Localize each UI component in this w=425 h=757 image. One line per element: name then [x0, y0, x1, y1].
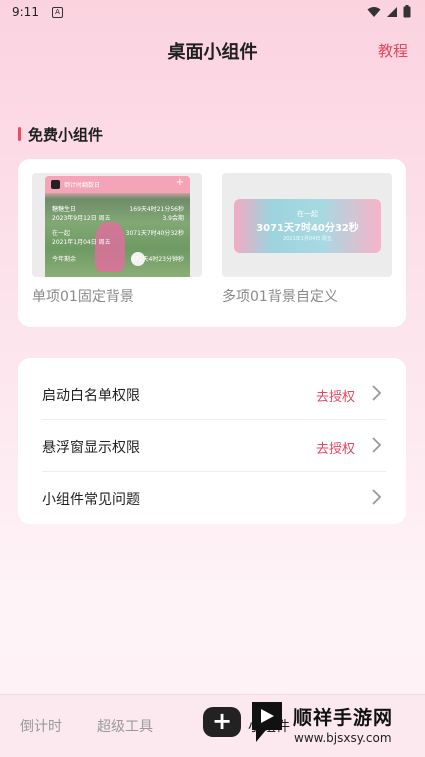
chevron-right-icon — [372, 385, 382, 401]
preview-row: 糖糖生日 169天4时21分56秒 — [52, 204, 184, 213]
section-accent-bar — [18, 127, 21, 141]
preview-row-label: 今年剩余 — [52, 256, 77, 263]
widget-preview-image: 倒计时翻数日 + 糖糖生日 169天4时21分56秒 2023年9月12日 周五… — [45, 176, 190, 277]
preview-header-text: 倒计时翻数日 — [64, 182, 101, 189]
battery-icon — [403, 5, 411, 18]
chevron-right-icon — [372, 489, 382, 505]
preview-row-value: 3071天7时40分32秒 — [125, 230, 184, 237]
preview-row-sub: 2021年1月04日 周五 — [52, 237, 184, 246]
app-logo-icon — [51, 180, 60, 189]
watermark-url: www.bjsxsy.com — [294, 731, 392, 745]
app-header: 桌面小组件 教程 — [0, 34, 425, 64]
permission-label: 启动白名单权限 — [42, 388, 140, 404]
preview-row-label: 在一起 — [52, 230, 71, 237]
widget-multi-custom[interactable]: 在一起 3071天7时40分32秒 2021年1月04日 周五 多项01背景自定… — [222, 173, 392, 306]
watermark-title: 顺祥手游网 — [293, 707, 394, 729]
add-button[interactable]: + — [203, 707, 241, 737]
permission-label: 悬浮窗显示权限 — [42, 440, 140, 456]
tab-countdown[interactable]: 倒计时 — [20, 716, 62, 736]
preview-plus-icon: + — [175, 177, 184, 188]
preview-row-sub: 2023年9月12日 周五 3.9会期 — [52, 213, 184, 222]
preview-row-date: 2023年9月12日 周五 — [52, 215, 111, 222]
preview-row: 今年剩余 171天4时23分钟秒 — [52, 254, 184, 263]
watermark: 顺祥手游网 www.bjsxsy.com — [240, 694, 425, 756]
free-widgets-card: 倒计时翻数日 + 糖糖生日 169天4时21分56秒 2023年9月12日 周五… — [18, 159, 406, 327]
preview-row-value: 171天4时23分钟秒 — [131, 256, 184, 263]
preview-row-label: 糖糖生日 — [52, 206, 77, 213]
section-title-text: 免费小组件 — [28, 125, 104, 144]
permission-label: 小组件常见问题 — [42, 492, 140, 508]
permissions-card: 启动白名单权限 去授权 悬浮窗显示权限 去授权 小组件常见问题 — [18, 358, 406, 524]
permission-row-floating-window[interactable]: 悬浮窗显示权限 去授权 — [42, 420, 386, 472]
authorize-link[interactable]: 去授权 — [316, 386, 355, 405]
signal-icon — [387, 6, 397, 17]
preview-row-note: 3.9会期 — [162, 215, 184, 222]
notification-icon: A — [52, 7, 63, 18]
tab-super-tools[interactable]: 超级工具 — [97, 716, 153, 736]
widget-thumbnail[interactable]: 在一起 3071天7时40分32秒 2021年1月04日 周五 — [222, 173, 392, 277]
widget-label[interactable]: 多项01背景自定义 — [222, 286, 392, 306]
free-widgets-section-title: 免费小组件 — [18, 124, 103, 144]
status-time: 9:11 — [12, 5, 39, 19]
status-icons — [367, 5, 411, 18]
permission-row-widget-faq[interactable]: 小组件常见问题 — [42, 472, 382, 524]
widget-thumbnail[interactable]: 倒计时翻数日 + 糖糖生日 169天4时21分56秒 2023年9月12日 周五… — [32, 173, 202, 277]
preview-title: 在一起 — [297, 210, 318, 218]
widget-preview-image: 在一起 3071天7时40分32秒 2021年1月04日 周五 — [234, 199, 381, 253]
preview-date: 2021年1月04日 周五 — [283, 236, 332, 242]
watermark-logo-icon — [252, 702, 282, 742]
preview-row-date: 2021年1月04日 周五 — [52, 239, 111, 246]
permission-row-startup-whitelist[interactable]: 启动白名单权限 去授权 — [42, 368, 386, 420]
chevron-right-icon — [372, 437, 382, 453]
preview-counter: 3071天7时40分32秒 — [256, 223, 359, 234]
status-bar: 9:11 A — [0, 0, 425, 26]
page-title: 桌面小组件 — [167, 42, 258, 63]
tutorial-link[interactable]: 教程 — [378, 40, 408, 61]
preview-row: 在一起 3071天7时40分32秒 — [52, 228, 184, 237]
authorize-link[interactable]: 去授权 — [316, 438, 355, 457]
widget-label[interactable]: 单项01固定背景 — [32, 286, 202, 306]
preview-row-value: 169天4时21分56秒 — [129, 206, 184, 213]
widget-single-fixed[interactable]: 倒计时翻数日 + 糖糖生日 169天4时21分56秒 2023年9月12日 周五… — [32, 173, 202, 306]
wifi-icon — [367, 6, 381, 17]
